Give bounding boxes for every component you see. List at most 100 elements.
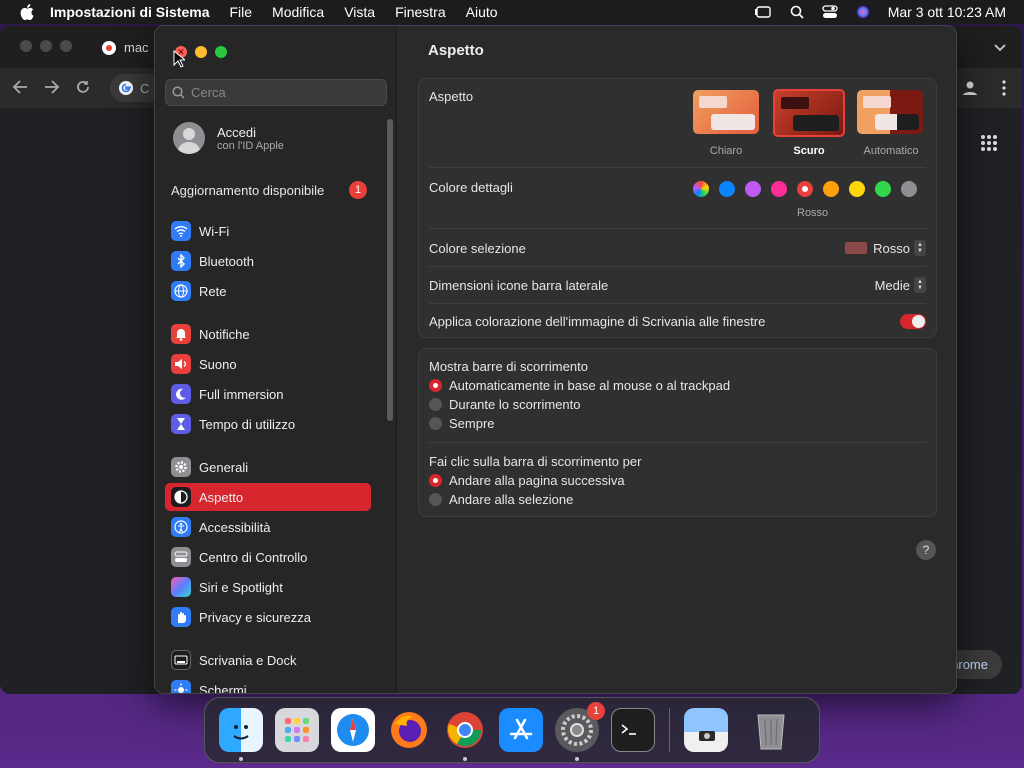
appearance-icon bbox=[171, 487, 191, 507]
accent-green[interactable] bbox=[875, 181, 891, 197]
stage-manager-icon[interactable] bbox=[754, 5, 772, 19]
highlight-color-popup[interactable]: Rosso ▲ ▼ bbox=[845, 240, 926, 256]
profile-icon[interactable] bbox=[962, 80, 978, 99]
accent-pink[interactable] bbox=[771, 181, 787, 197]
software-update-item[interactable]: Aggiornamento disponibile 1 bbox=[171, 181, 367, 199]
sidebar-item-bluetooth[interactable]: Bluetooth bbox=[165, 247, 371, 275]
sidebar-item-label: Suono bbox=[199, 356, 237, 372]
apple-id-signin[interactable]: Accedi con l'ID Apple bbox=[173, 122, 284, 154]
chrome-icon[interactable] bbox=[443, 708, 487, 761]
appearance-light-label: Chiaro bbox=[709, 145, 743, 157]
appearance-dark-thumb[interactable] bbox=[773, 89, 845, 137]
sidebar-item-label: Siri e Spotlight bbox=[199, 579, 283, 595]
tab-list-chevron-icon[interactable] bbox=[994, 40, 1006, 55]
system-settings-icon[interactable]: 1 bbox=[555, 702, 605, 761]
sidebar-item-centro-controllo[interactable]: Centro di Controllo bbox=[165, 543, 371, 571]
click-option-next-page[interactable]: Andare alla pagina successiva bbox=[429, 473, 926, 488]
chrome-menu-icon[interactable] bbox=[1002, 80, 1006, 99]
menu-finestra[interactable]: Finestra bbox=[395, 4, 446, 20]
accent-blue[interactable] bbox=[719, 181, 735, 197]
search-icon bbox=[172, 86, 185, 99]
apple-logo-icon[interactable] bbox=[18, 3, 36, 21]
dock-icon bbox=[171, 650, 191, 670]
preview-icon[interactable] bbox=[684, 708, 728, 752]
sidebar-item-scrivania-dock[interactable]: Scrivania e Dock bbox=[165, 646, 371, 674]
sidebar-item-aspetto[interactable]: Aspetto bbox=[165, 483, 371, 511]
sidebar-item-wifi[interactable]: Wi-Fi bbox=[165, 217, 371, 245]
scrollbars-label: Mostra barre di scorrimento bbox=[429, 359, 588, 374]
click-option-spot[interactable]: Andare alla selezione bbox=[429, 492, 926, 507]
forward-arrow-icon[interactable] bbox=[44, 79, 60, 97]
radio[interactable] bbox=[429, 493, 442, 506]
accent-orange[interactable] bbox=[823, 181, 839, 197]
highlight-color-row: Colore selezione Rosso ▲ ▼ bbox=[429, 240, 926, 256]
sidebar-item-suono[interactable]: Suono bbox=[165, 350, 371, 378]
accent-purple[interactable] bbox=[745, 181, 761, 197]
siri-icon[interactable] bbox=[856, 5, 870, 19]
wallpaper-tint-label: Applica colorazione dell'immagine di Scr… bbox=[429, 314, 766, 329]
accessibility-icon bbox=[171, 517, 191, 537]
dock-separator bbox=[669, 708, 670, 752]
sidebar-item-label: Full immersion bbox=[199, 386, 284, 402]
minimize-button[interactable] bbox=[195, 46, 207, 58]
radio-selected[interactable] bbox=[429, 379, 442, 392]
menu-aiuto[interactable]: Aiuto bbox=[466, 4, 498, 20]
safari-icon[interactable] bbox=[331, 708, 375, 752]
highlight-swatch bbox=[845, 242, 868, 254]
menu-file[interactable]: File bbox=[229, 4, 252, 20]
sidebar-item-notifiche[interactable]: Notifiche bbox=[165, 320, 371, 348]
scrollbars-option-auto[interactable]: Automaticamente in base al mouse o al tr… bbox=[429, 378, 926, 393]
sidebar-item-generali[interactable]: Generali bbox=[165, 453, 371, 481]
app-store-icon[interactable] bbox=[499, 708, 543, 752]
zoom-button[interactable] bbox=[215, 46, 227, 58]
sidebar-item-label: Notifiche bbox=[199, 326, 250, 342]
appearance-light-thumb[interactable] bbox=[693, 90, 759, 134]
appearance-auto-thumb[interactable] bbox=[857, 90, 923, 134]
accent-red[interactable] bbox=[797, 181, 813, 197]
sidebar-item-siri-spotlight[interactable]: Siri e Spotlight bbox=[165, 573, 371, 601]
radio[interactable] bbox=[429, 417, 442, 430]
accent-multicolor[interactable] bbox=[693, 181, 709, 197]
sidebar-item-accessibilita[interactable]: Accessibilità bbox=[165, 513, 371, 541]
help-button[interactable]: ? bbox=[916, 540, 936, 560]
trash-icon[interactable] bbox=[749, 708, 793, 752]
apps-grid-icon[interactable] bbox=[980, 134, 998, 155]
menu-bar: Impostazioni di Sistema File Modifica Vi… bbox=[0, 0, 1024, 24]
launchpad-icon[interactable] bbox=[275, 708, 319, 752]
system-settings-window: ✕ Cerca Accedi con l'ID Apple Aggiorname… bbox=[154, 25, 957, 694]
accent-graphite[interactable] bbox=[901, 181, 917, 197]
sidebar-item-schermi[interactable]: Schermi bbox=[165, 676, 371, 693]
finder-icon[interactable] bbox=[219, 708, 263, 761]
accent-yellow[interactable] bbox=[849, 181, 865, 197]
spotlight-search-icon[interactable] bbox=[790, 5, 804, 19]
terminal-icon[interactable] bbox=[611, 708, 655, 752]
firefox-icon[interactable] bbox=[387, 708, 431, 752]
updown-chevron-icon: ▲ ▼ bbox=[914, 277, 926, 293]
click-scrollbar-label: Fai clic sulla barra di scorrimento per bbox=[429, 454, 642, 469]
control-center-icon[interactable] bbox=[822, 5, 838, 19]
sidebar-item-label: Privacy e sicurezza bbox=[199, 609, 311, 625]
menu-clock[interactable]: Mar 3 ott 10:23 AM bbox=[888, 4, 1006, 20]
wallpaper-tint-toggle[interactable] bbox=[900, 314, 926, 329]
google-g-icon bbox=[119, 81, 133, 95]
sidebar-item-privacy[interactable]: Privacy e sicurezza bbox=[165, 603, 371, 631]
menu-vista[interactable]: Vista bbox=[344, 4, 375, 20]
sidebar-icon-size-popup[interactable]: Medie ▲ ▼ bbox=[875, 277, 926, 293]
sidebar-item-full-immersion[interactable]: Full immersion bbox=[165, 380, 371, 408]
sidebar-item-rete[interactable]: Rete bbox=[165, 277, 371, 305]
chrome-tab[interactable]: mac bbox=[102, 40, 149, 55]
appearance-card: Aspetto Chiaro Scuro Automatico Colore d… bbox=[418, 78, 937, 338]
reload-icon[interactable] bbox=[76, 80, 90, 97]
hourglass-icon bbox=[171, 414, 191, 434]
menu-modifica[interactable]: Modifica bbox=[272, 4, 324, 20]
sidebar-scrollbar[interactable] bbox=[387, 119, 393, 421]
radio[interactable] bbox=[429, 398, 442, 411]
radio-label: Andare alla selezione bbox=[449, 492, 574, 507]
sidebar-item-tempo-utilizzo[interactable]: Tempo di utilizzo bbox=[165, 410, 371, 438]
radio-selected[interactable] bbox=[429, 474, 442, 487]
scrollbars-option-scrolling[interactable]: Durante lo scorrimento bbox=[429, 397, 926, 412]
search-field[interactable]: Cerca bbox=[165, 79, 387, 106]
scrollbars-option-always[interactable]: Sempre bbox=[429, 416, 926, 431]
menu-app-name[interactable]: Impostazioni di Sistema bbox=[50, 4, 209, 20]
back-arrow-icon[interactable] bbox=[12, 79, 28, 97]
